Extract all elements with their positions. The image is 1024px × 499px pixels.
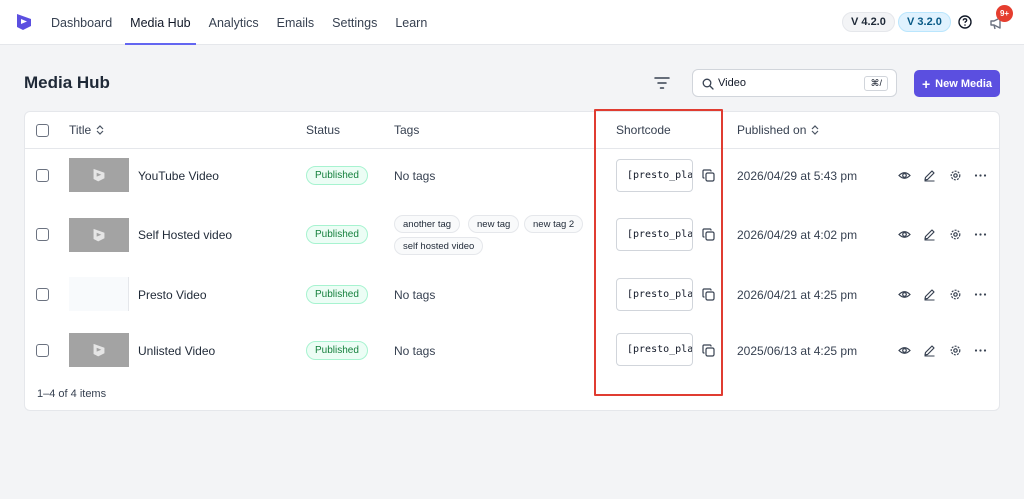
column-shortcode: Shortcode	[616, 123, 671, 137]
copy-icon[interactable]	[702, 288, 715, 301]
shortcode-field[interactable]: [presto_player id=	[616, 333, 693, 366]
gear-icon[interactable]	[949, 344, 962, 357]
video-thumbnail[interactable]	[69, 277, 129, 311]
status-badge: Published	[306, 341, 368, 360]
eye-icon[interactable]	[898, 169, 911, 182]
eye-icon[interactable]	[898, 288, 911, 301]
eye-icon[interactable]	[898, 228, 911, 241]
presto-logo-icon	[93, 228, 105, 241]
media-table: Title Status Tags Shortcode Published on…	[24, 111, 1000, 411]
tag-chip: self hosted video	[394, 237, 484, 255]
video-thumbnail[interactable]	[69, 158, 129, 192]
copy-icon[interactable]	[702, 344, 715, 357]
main-nav: Dashboard Media Hub Analytics Emails Set…	[42, 0, 436, 45]
notification-count-badge: 9+	[996, 5, 1013, 22]
gear-icon[interactable]	[949, 288, 962, 301]
filter-icon[interactable]	[653, 75, 671, 91]
video-thumbnail[interactable]	[69, 333, 129, 367]
status-badge: Published	[306, 285, 368, 304]
table-row[interactable]: Unlisted Video Published No tags [presto…	[25, 327, 999, 385]
media-title[interactable]: YouTube Video	[138, 169, 219, 183]
tag-chip: another tag	[394, 215, 461, 233]
tag-chip: new tag	[468, 215, 520, 233]
published-date: 2025/06/13 at 4:25 pm	[737, 344, 858, 358]
new-media-button[interactable]: + New Media	[914, 70, 1000, 97]
media-title[interactable]: Self Hosted video	[138, 228, 232, 242]
more-options-icon[interactable]	[974, 228, 987, 241]
shortcode-field[interactable]: [presto_player id=	[616, 278, 693, 311]
sort-icon	[96, 125, 104, 135]
table-row[interactable]: Self Hosted video Published another tag …	[25, 207, 999, 269]
eye-icon[interactable]	[898, 344, 911, 357]
top-bar: Dashboard Media Hub Analytics Emails Set…	[0, 0, 1024, 45]
search-shortcut-hint: ⌘/	[864, 76, 888, 91]
help-icon[interactable]	[958, 15, 972, 29]
row-checkbox[interactable]	[36, 288, 49, 301]
status-badge: Published	[306, 225, 368, 244]
published-date: 2026/04/29 at 4:02 pm	[737, 228, 858, 242]
plus-icon: +	[921, 75, 931, 92]
more-options-icon[interactable]	[974, 288, 987, 301]
row-checkbox[interactable]	[36, 344, 49, 357]
search-input[interactable]	[718, 74, 848, 92]
nav-learn[interactable]: Learn	[386, 0, 436, 45]
nav-dashboard[interactable]: Dashboard	[42, 0, 121, 45]
shortcode-field[interactable]: [presto_player id=	[616, 159, 693, 192]
media-title[interactable]: Presto Video	[138, 288, 207, 302]
gear-icon[interactable]	[949, 169, 962, 182]
copy-icon[interactable]	[702, 169, 715, 182]
presto-logo-icon	[93, 343, 105, 356]
table-row[interactable]: YouTube Video Published No tags [presto_…	[25, 149, 999, 207]
published-date: 2026/04/21 at 4:25 pm	[737, 288, 858, 302]
nav-analytics[interactable]: Analytics	[200, 0, 268, 45]
column-title[interactable]: Title	[69, 123, 104, 137]
search-box[interactable]: ⌘/	[692, 69, 897, 97]
column-status: Status	[306, 123, 341, 137]
column-published[interactable]: Published on	[737, 123, 819, 137]
column-tags: Tags	[394, 123, 420, 137]
more-options-icon[interactable]	[974, 344, 987, 357]
sort-icon	[811, 125, 819, 135]
more-options-icon[interactable]	[974, 169, 987, 182]
media-title[interactable]: Unlisted Video	[138, 344, 215, 358]
tag-chip: new tag 2	[524, 215, 584, 233]
copy-icon[interactable]	[702, 228, 715, 241]
gear-icon[interactable]	[949, 228, 962, 241]
page-title: Media Hub	[24, 73, 110, 92]
new-media-label: New Media	[935, 77, 993, 90]
status-badge: Published	[306, 166, 368, 185]
row-checkbox[interactable]	[36, 228, 49, 241]
search-icon	[702, 78, 714, 90]
presto-logo-icon	[93, 168, 105, 181]
video-thumbnail[interactable]	[69, 218, 129, 252]
column-title-label: Title	[69, 123, 92, 137]
no-tags-text: No tags	[394, 288, 436, 302]
nav-settings[interactable]: Settings	[323, 0, 386, 45]
table-row[interactable]: Presto Video Published No tags [presto_p…	[25, 269, 999, 327]
nav-media-hub[interactable]: Media Hub	[121, 0, 199, 45]
version-badge-plugin: V 4.2.0	[842, 12, 895, 32]
pagination-summary: 1–4 of 4 items	[37, 388, 107, 400]
no-tags-text: No tags	[394, 344, 436, 358]
pencil-icon[interactable]	[923, 228, 936, 241]
version-badge-pro: V 3.2.0	[898, 12, 951, 32]
select-all-checkbox[interactable]	[36, 124, 49, 137]
published-date: 2026/04/29 at 5:43 pm	[737, 169, 858, 183]
table-header: Title Status Tags Shortcode Published on	[25, 112, 999, 149]
shortcode-field[interactable]: [presto_player id=	[616, 218, 693, 251]
row-checkbox[interactable]	[36, 169, 49, 182]
nav-emails[interactable]: Emails	[268, 0, 324, 45]
pencil-icon[interactable]	[923, 288, 936, 301]
pencil-icon[interactable]	[923, 169, 936, 182]
presto-logo-icon[interactable]	[15, 13, 33, 32]
column-published-label: Published on	[737, 123, 807, 137]
pencil-icon[interactable]	[923, 344, 936, 357]
no-tags-text: No tags	[394, 169, 436, 183]
